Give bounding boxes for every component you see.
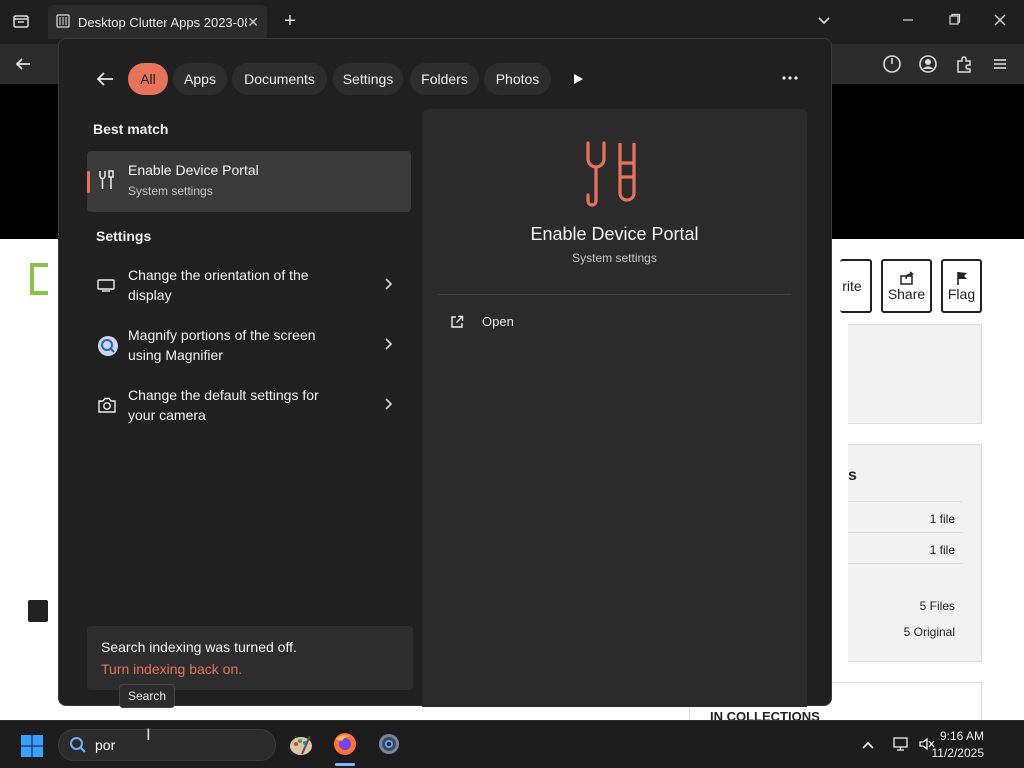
filter-settings[interactable]: Settings (333, 63, 403, 95)
performance-icon[interactable] (882, 54, 902, 79)
search-tooltip: Search (119, 684, 175, 708)
back-arrow-icon[interactable] (14, 55, 32, 78)
best-match-title: Enable Device Portal (128, 162, 259, 178)
start-button[interactable] (20, 734, 44, 763)
files-row: 5 Original (903, 625, 955, 639)
tab-favicon-icon (56, 13, 70, 31)
open-action[interactable]: Open (450, 314, 514, 329)
flag-icon (956, 272, 967, 285)
display-icon (97, 277, 115, 298)
new-tab-button[interactable]: + (280, 10, 300, 32)
chat-icon (28, 600, 48, 622)
result-title-line1: Magnify portions of the screen (128, 327, 316, 343)
firefox-app-icon[interactable] (332, 731, 358, 762)
show-hidden-icons-chevron-icon[interactable] (861, 738, 875, 756)
turn-indexing-on-link[interactable]: Turn indexing back on. (101, 661, 242, 677)
paint-app-icon[interactable] (288, 732, 314, 763)
clock-time: 9:16 AM (939, 729, 984, 743)
detail-title: Enable Device Portal (530, 224, 699, 244)
clock-date: 11/2/2025 (931, 746, 985, 760)
page-files-box: s 1 file 1 file 5 Files 5 Original (848, 444, 982, 662)
tab-list-chevron-icon[interactable] (816, 12, 832, 33)
best-match-heading: Best match (93, 121, 169, 137)
browser-tab[interactable]: Desktop Clutter Apps 2023-08 : ✕ (48, 5, 267, 39)
device-portal-large-icon (584, 139, 642, 212)
menu-icon[interactable] (990, 54, 1010, 79)
flag-button[interactable]: Flag (941, 259, 982, 313)
flag-label: Flag (947, 286, 976, 302)
chevron-right-icon[interactable] (383, 397, 393, 414)
text-cursor-icon: Ⅰ (146, 725, 151, 744)
open-external-icon (451, 315, 464, 328)
settings-result-camera[interactable]: Change the default settings for your cam… (87, 377, 411, 435)
tab-actions-icon[interactable] (12, 12, 30, 30)
back-arrow-icon (96, 72, 113, 86)
maximize-button[interactable] (946, 12, 962, 33)
result-title-line1: Change the default settings for (128, 387, 319, 403)
profile-icon[interactable] (918, 54, 938, 79)
site-logo-fragment (30, 263, 48, 295)
settings-app-icon[interactable] (376, 731, 402, 762)
taskbar-search-box[interactable] (58, 729, 276, 761)
share-label: Share (887, 286, 926, 302)
files-row: 1 file (929, 543, 955, 557)
active-app-indicator (335, 763, 355, 766)
taskbar-search-input[interactable] (95, 737, 245, 753)
result-title-line2: your camera (128, 407, 206, 423)
taskbar: Ⅰ 9:16 AM 11/2/2025 (0, 720, 1024, 768)
filter-all[interactable]: All (128, 63, 168, 95)
network-icon[interactable] (892, 736, 910, 757)
filter-folders[interactable]: Folders (410, 63, 479, 95)
chevron-right-icon[interactable] (383, 337, 393, 354)
detail-subtitle: System settings (572, 251, 657, 265)
more-filters-play-icon[interactable] (571, 72, 585, 91)
open-label: Open (482, 314, 514, 329)
files-row: 1 file (929, 512, 955, 526)
indexing-notice: Search indexing was turned off. Turn ind… (87, 626, 413, 690)
share-icon (899, 271, 914, 285)
result-title-line1: Change the orientation of the (128, 267, 309, 283)
result-title-line2: display (128, 287, 172, 303)
result-detail-pane: Enable Device Portal System settings Ope… (422, 109, 807, 707)
windows-logo-icon (21, 735, 43, 757)
tab-title: Desktop Clutter Apps 2023-08 : (78, 14, 248, 30)
tab-close-icon[interactable]: ✕ (247, 14, 259, 31)
close-window-button[interactable] (992, 12, 1008, 33)
page-info-box (848, 324, 982, 424)
back-button[interactable] (95, 69, 115, 94)
device-portal-icon (97, 169, 117, 196)
favorite-button-partial[interactable]: rite (840, 259, 872, 313)
system-clock[interactable]: 9:16 AM 11/2/2025 (932, 728, 985, 762)
settings-result-magnifier[interactable]: Magnify portions of the screen using Mag… (87, 317, 411, 375)
files-row: 5 Files (919, 599, 955, 613)
chevron-right-icon[interactable] (383, 277, 393, 294)
search-panel: All Apps Documents Settings Folders Phot… (58, 38, 832, 707)
extensions-icon[interactable] (954, 54, 974, 79)
files-heading-partial: s (848, 467, 857, 484)
favorite-label-partial: rite (842, 278, 862, 294)
share-button[interactable]: Share (881, 259, 932, 313)
settings-heading: Settings (96, 228, 152, 244)
best-match-subtitle: System settings (128, 184, 213, 198)
camera-icon (97, 396, 117, 419)
filter-photos[interactable]: Photos (484, 63, 551, 95)
more-options-icon[interactable] (781, 71, 799, 90)
result-title-line2: using Magnifier (128, 347, 223, 363)
filter-documents[interactable]: Documents (232, 63, 327, 95)
indexing-notice-text: Search indexing was turned off. (101, 639, 297, 655)
settings-result-orientation[interactable]: Change the orientation of the display (87, 257, 411, 315)
filter-apps[interactable]: Apps (173, 63, 227, 95)
magnifier-icon (97, 335, 119, 362)
search-icon (70, 737, 86, 753)
best-match-result[interactable]: Enable Device Portal System settings (87, 151, 411, 212)
minimize-button[interactable] (900, 12, 916, 33)
